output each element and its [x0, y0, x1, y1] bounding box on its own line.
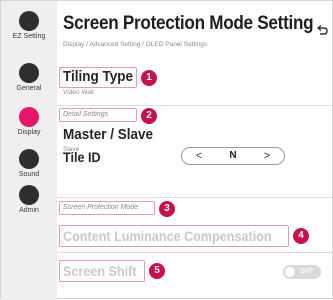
chevron-right-icon[interactable]: > [260, 149, 274, 163]
screen-protection-mode-label: Screen Protection Mode [63, 204, 139, 211]
sidebar-item-sound[interactable]: Sound [1, 149, 57, 178]
sidebar-item-label: EZ Setting [12, 33, 46, 40]
display-icon [19, 107, 39, 127]
callout-badge: 3 [159, 201, 175, 217]
settings-panel: Screen Protection Mode Setting Display /… [57, 1, 333, 300]
callout-badge: 2 [141, 108, 157, 124]
general-icon [19, 63, 39, 83]
content-luminance-compensation[interactable]: Content Luminance Compensation [63, 228, 272, 244]
toggle-knob [285, 267, 295, 277]
toggle-state: OFF [300, 268, 313, 275]
callout-badge: 1 [141, 70, 157, 86]
settings-window: EZ Setting General Display Sound Admin S… [0, 0, 333, 300]
detail-settings-label: Detail Settings [63, 111, 109, 118]
ez-setting-icon [19, 11, 39, 31]
divider [57, 105, 333, 106]
tile-id-stepper[interactable]: < N > [181, 147, 285, 165]
divider [57, 197, 333, 198]
back-arrow-icon[interactable] [315, 23, 329, 37]
tile-id-value: N [229, 150, 237, 161]
breadcrumb: Display / Advanced Setting / OLED Panel … [63, 41, 208, 48]
sidebar-item-admin[interactable]: Admin [1, 185, 57, 214]
admin-icon [19, 185, 39, 205]
sidebar-item-ez-setting[interactable]: EZ Setting [1, 11, 57, 40]
screen-shift-label[interactable]: Screen Shift [63, 263, 137, 279]
sidebar-item-general[interactable]: General [1, 63, 57, 92]
tiling-type-value: Video Wall [63, 89, 94, 96]
sidebar-item-label: Sound [18, 171, 40, 178]
tile-id-label: Tile ID [63, 149, 101, 165]
callout-badge: 5 [149, 263, 165, 279]
sidebar: EZ Setting General Display Sound Admin [1, 1, 57, 300]
callout-badge: 4 [293, 228, 309, 244]
sidebar-item-label: Admin [19, 207, 39, 214]
screen-shift-toggle[interactable]: OFF [283, 265, 321, 279]
page-title: Screen Protection Mode Setting [63, 13, 314, 34]
sound-icon [19, 149, 39, 169]
sidebar-item-label: Display [17, 129, 41, 136]
sidebar-item-label: General [16, 85, 42, 92]
sidebar-item-display[interactable]: Display [1, 107, 57, 136]
divider [57, 252, 333, 253]
chevron-left-icon[interactable]: < [192, 149, 206, 163]
tiling-type-title[interactable]: Tiling Type [63, 68, 133, 85]
master-slave-title[interactable]: Master / Slave [63, 126, 153, 143]
